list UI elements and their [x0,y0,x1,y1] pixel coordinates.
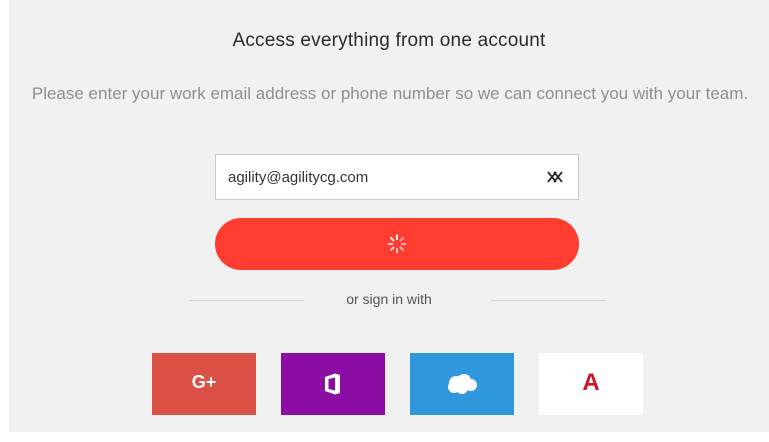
google-plus-icon: G+ [191,372,217,392]
or-sign-in-label: or sign in with [346,291,432,307]
sign-in-panel: Access everything from one account Pleas… [9,0,769,432]
agility-logo-icon: A [582,369,600,396]
clear-icon[interactable] [546,169,566,185]
page-title: Access everything from one account [232,30,546,51]
continue-button[interactable] [215,218,579,270]
salesforce-button[interactable] [410,353,514,415]
email-field-container [215,154,579,200]
agility-button[interactable]: A [539,353,643,415]
email-field[interactable] [216,155,536,199]
google-plus-button[interactable]: G+ [152,353,256,415]
page-subtitle: Please enter your work email address or … [31,84,749,103]
divider-right [491,300,606,301]
office-365-button[interactable] [281,353,385,415]
spinner-icon [387,234,407,254]
